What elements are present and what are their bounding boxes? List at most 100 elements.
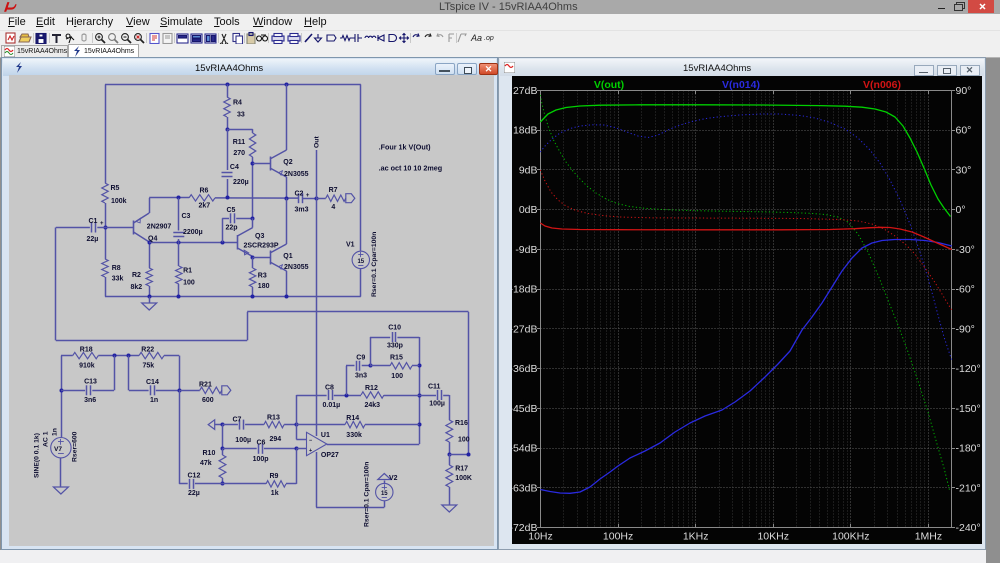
svg-text:.Four 1k V(Out): .Four 1k V(Out) [379, 143, 432, 152]
svg-text:100: 100 [458, 437, 470, 444]
svg-text:R17: R17 [455, 465, 468, 472]
svg-text:U1: U1 [321, 432, 330, 439]
svg-text:2N3055: 2N3055 [284, 264, 309, 271]
svg-text:R1: R1 [183, 268, 192, 275]
svg-text:C5: C5 [227, 207, 236, 214]
svg-text:Rser=600: Rser=600 [72, 431, 79, 462]
svg-text:3n3: 3n3 [355, 373, 367, 380]
svg-text:1KHz: 1KHz [683, 531, 709, 543]
svg-text:Q3: Q3 [255, 233, 264, 240]
svg-text:Q4: Q4 [148, 235, 157, 242]
svg-text:+: + [100, 221, 104, 227]
svg-text:3n6: 3n6 [84, 397, 96, 404]
svg-text:.ac oct 10 10 2meg: .ac oct 10 10 2meg [379, 163, 443, 172]
svg-text:V(n006): V(n006) [863, 79, 901, 91]
svg-text:100Hz: 100Hz [603, 531, 633, 543]
svg-text:60°: 60° [956, 125, 972, 137]
svg-text:22µ: 22µ [87, 236, 99, 243]
svg-text:2SCR293P: 2SCR293P [244, 243, 279, 250]
svg-text:-180°: -180° [956, 443, 981, 455]
svg-text:C8: C8 [325, 384, 334, 391]
svg-text:R22: R22 [141, 346, 154, 353]
svg-text:270: 270 [233, 150, 245, 157]
svg-text:C6: C6 [257, 439, 266, 446]
svg-text:2N2907: 2N2907 [147, 224, 172, 231]
svg-text:R15: R15 [390, 354, 403, 361]
svg-text:0.01µ: 0.01µ [323, 402, 341, 409]
svg-text:100K: 100K [455, 475, 472, 482]
svg-text:910k: 910k [79, 363, 95, 370]
svg-text:2N3055: 2N3055 [284, 171, 309, 178]
svg-text:C3: C3 [182, 213, 191, 220]
svg-text:V2: V2 [389, 475, 398, 482]
svg-text:.op: .op [484, 35, 494, 42]
svg-text:30°: 30° [956, 165, 972, 177]
svg-text:294: 294 [270, 436, 282, 443]
svg-text:15: 15 [357, 259, 364, 265]
svg-text:27dB: 27dB [513, 85, 538, 97]
svg-text:V1: V1 [346, 241, 355, 248]
svg-text:10Hz: 10Hz [528, 531, 553, 543]
svg-text:100k: 100k [111, 198, 127, 205]
svg-text:R16: R16 [455, 420, 468, 427]
svg-text:22µ: 22µ [188, 490, 200, 497]
svg-text:1MHz: 1MHz [915, 531, 942, 543]
svg-text:-150°: -150° [956, 403, 981, 415]
svg-text:R10: R10 [203, 450, 216, 457]
svg-text:C13: C13 [84, 378, 97, 385]
svg-text:-63dB: -63dB [512, 482, 538, 494]
svg-text:C7: C7 [233, 416, 242, 423]
svg-text:V(n014): V(n014) [722, 79, 760, 91]
svg-text:-60°: -60° [956, 284, 975, 296]
svg-text:Q2: Q2 [283, 159, 292, 166]
svg-text:Q1: Q1 [283, 253, 292, 260]
svg-text:600: 600 [202, 397, 214, 404]
svg-text:-18dB: -18dB [512, 284, 538, 296]
svg-text:C1: C1 [89, 218, 98, 225]
svg-text:100p: 100p [253, 456, 269, 463]
svg-text:C12: C12 [188, 473, 201, 480]
svg-text:90°: 90° [956, 85, 972, 97]
svg-text:24k3: 24k3 [365, 402, 381, 409]
svg-text:-36dB: -36dB [512, 363, 538, 375]
svg-text:100µ: 100µ [429, 401, 445, 408]
svg-text:R13: R13 [267, 414, 280, 421]
svg-text:V(out): V(out) [594, 79, 624, 91]
svg-text:AC 1: AC 1 [43, 431, 50, 447]
svg-text:9dB: 9dB [519, 165, 538, 177]
svg-text:R3: R3 [258, 273, 267, 280]
svg-text:C14: C14 [146, 379, 159, 386]
svg-text:22p: 22p [226, 225, 238, 232]
svg-text:R4: R4 [233, 99, 242, 106]
svg-text:R6: R6 [200, 187, 209, 194]
svg-text:1n: 1n [150, 397, 158, 404]
svg-text:0°: 0° [956, 204, 966, 216]
svg-text:C10: C10 [388, 325, 401, 332]
svg-text:2k7: 2k7 [199, 202, 211, 209]
svg-text:R14: R14 [346, 415, 359, 422]
svg-text:−: − [309, 438, 312, 444]
svg-text:0dB: 0dB [519, 204, 538, 216]
svg-text:33: 33 [237, 111, 245, 118]
svg-text:180: 180 [258, 283, 270, 290]
svg-text:330k: 330k [346, 432, 362, 439]
svg-text:Rser=0.1 Cpar=100n: Rser=0.1 Cpar=100n [371, 232, 378, 297]
svg-text:C2: C2 [295, 191, 304, 198]
svg-text:-30°: -30° [956, 244, 975, 256]
svg-text:-240°: -240° [956, 522, 981, 534]
svg-text:8k2: 8k2 [131, 284, 143, 291]
svg-text:SINE(0 0.1 1k): SINE(0 0.1 1k) [34, 433, 41, 478]
svg-text:-120°: -120° [956, 363, 981, 375]
svg-text:R5: R5 [111, 185, 120, 192]
svg-text:Rser=0.1 Cpar=100n: Rser=0.1 Cpar=100n [364, 462, 371, 527]
svg-text:R2: R2 [132, 272, 141, 279]
svg-text:18dB: 18dB [513, 125, 538, 137]
svg-text:100KHz: 100KHz [832, 531, 869, 543]
svg-text:3m3: 3m3 [295, 207, 309, 214]
svg-text:R8: R8 [112, 265, 121, 272]
svg-text:-45dB: -45dB [512, 403, 538, 415]
svg-text:R12: R12 [365, 385, 378, 392]
svg-text:-27dB: -27dB [512, 324, 538, 336]
svg-text:C4: C4 [230, 164, 239, 171]
svg-text:C9: C9 [356, 354, 365, 361]
